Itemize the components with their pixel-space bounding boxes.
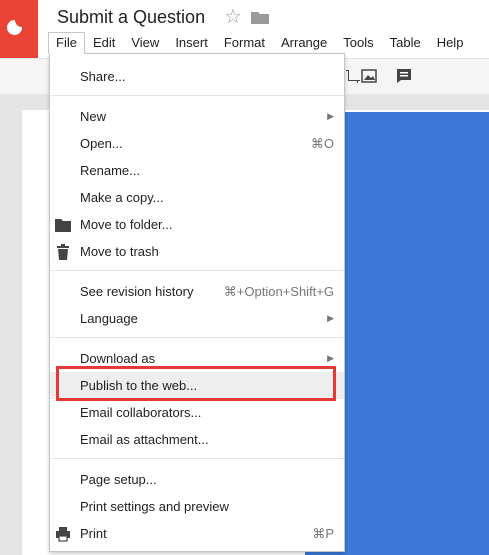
app-logo[interactable] [0,0,38,58]
menubar: File Edit View Insert Format Arrange Too… [48,32,471,54]
shortcut-label: ⌘O [310,136,334,151]
slides-logo-icon [7,20,22,35]
submenu-arrow-icon: ▶ [327,353,334,363]
menu-item-email-collaborators[interactable]: Email collaborators... [50,399,344,426]
menu-item-language[interactable]: Language ▶ [50,305,344,332]
menu-item-email-attachment[interactable]: Email as attachment... [50,426,344,453]
menu-item-download-as[interactable]: Download as ▶ [50,345,344,372]
menu-item-label: Download as [80,351,156,366]
menu-item-label: Move to trash [80,244,159,259]
document-title[interactable]: Submit a Question [57,7,205,28]
menu-view[interactable]: View [123,32,167,54]
menu-item-make-copy[interactable]: Make a copy... [50,184,344,211]
menu-item-label: Make a copy... [80,190,164,205]
menu-item-move-to-trash[interactable]: Move to trash [50,238,344,265]
menu-item-revision-history[interactable]: See revision history ⌘+Option+Shift+G [50,278,344,305]
menu-item-open[interactable]: Open... ⌘O [50,130,344,157]
printer-icon [56,527,70,542]
menu-item-print[interactable]: Print ⌘P [50,520,344,547]
folder-icon [55,219,71,232]
menu-edit[interactable]: Edit [85,32,123,54]
menu-item-move-to-folder[interactable]: Move to folder... [50,211,344,238]
menu-item-label: See revision history [80,284,194,299]
submenu-arrow-icon: ▶ [327,313,334,323]
menu-item-new[interactable]: New ▶ [50,103,344,130]
menu-item-label: Publish to the web... [80,378,198,393]
menu-item-page-setup[interactable]: Page setup... [50,466,344,493]
submenu-arrow-icon: ▶ [327,111,334,121]
menu-help[interactable]: Help [429,32,472,54]
trash-icon [57,244,69,260]
menu-divider [50,270,344,271]
shortcut-label: ⌘+Option+Shift+G [223,284,334,299]
star-icon[interactable]: ☆ [224,5,242,29]
menu-item-label: Print settings and preview [80,499,229,514]
menu-divider [50,337,344,338]
menu-file[interactable]: File [48,32,85,54]
menu-item-label: Email as attachment... [80,432,209,447]
menu-item-label: Open... [80,136,123,151]
menu-item-label: New [80,109,107,124]
menu-divider [50,95,344,96]
menu-item-label: Page setup... [80,472,157,487]
menu-item-label: Share... [80,69,126,84]
menu-item-label: Language [80,311,138,326]
image-icon[interactable] [361,68,377,84]
crop-icon[interactable] [344,68,360,84]
menu-item-label: Move to folder... [80,217,173,232]
menu-arrange[interactable]: Arrange [273,32,335,54]
menu-format[interactable]: Format [216,32,273,54]
menu-item-rename[interactable]: Rename... [50,157,344,184]
menu-item-print-settings[interactable]: Print settings and preview [50,493,344,520]
menu-item-label: Rename... [80,163,140,178]
shortcut-label: ⌘P [312,526,334,541]
menu-tools[interactable]: Tools [335,32,381,54]
menu-item-share[interactable]: Share... [50,63,344,90]
menu-item-label: Email collaborators... [80,405,202,420]
comment-icon[interactable] [396,68,412,84]
menu-item-publish-to-web[interactable]: Publish to the web... [50,372,344,399]
menu-item-label: Print [80,526,107,541]
folder-icon[interactable] [251,11,269,24]
menu-divider [50,458,344,459]
menu-insert[interactable]: Insert [167,32,216,54]
menu-table[interactable]: Table [382,32,429,54]
file-menu-dropdown: Share... New ▶ Open... ⌘O Rename... Make… [49,53,345,552]
